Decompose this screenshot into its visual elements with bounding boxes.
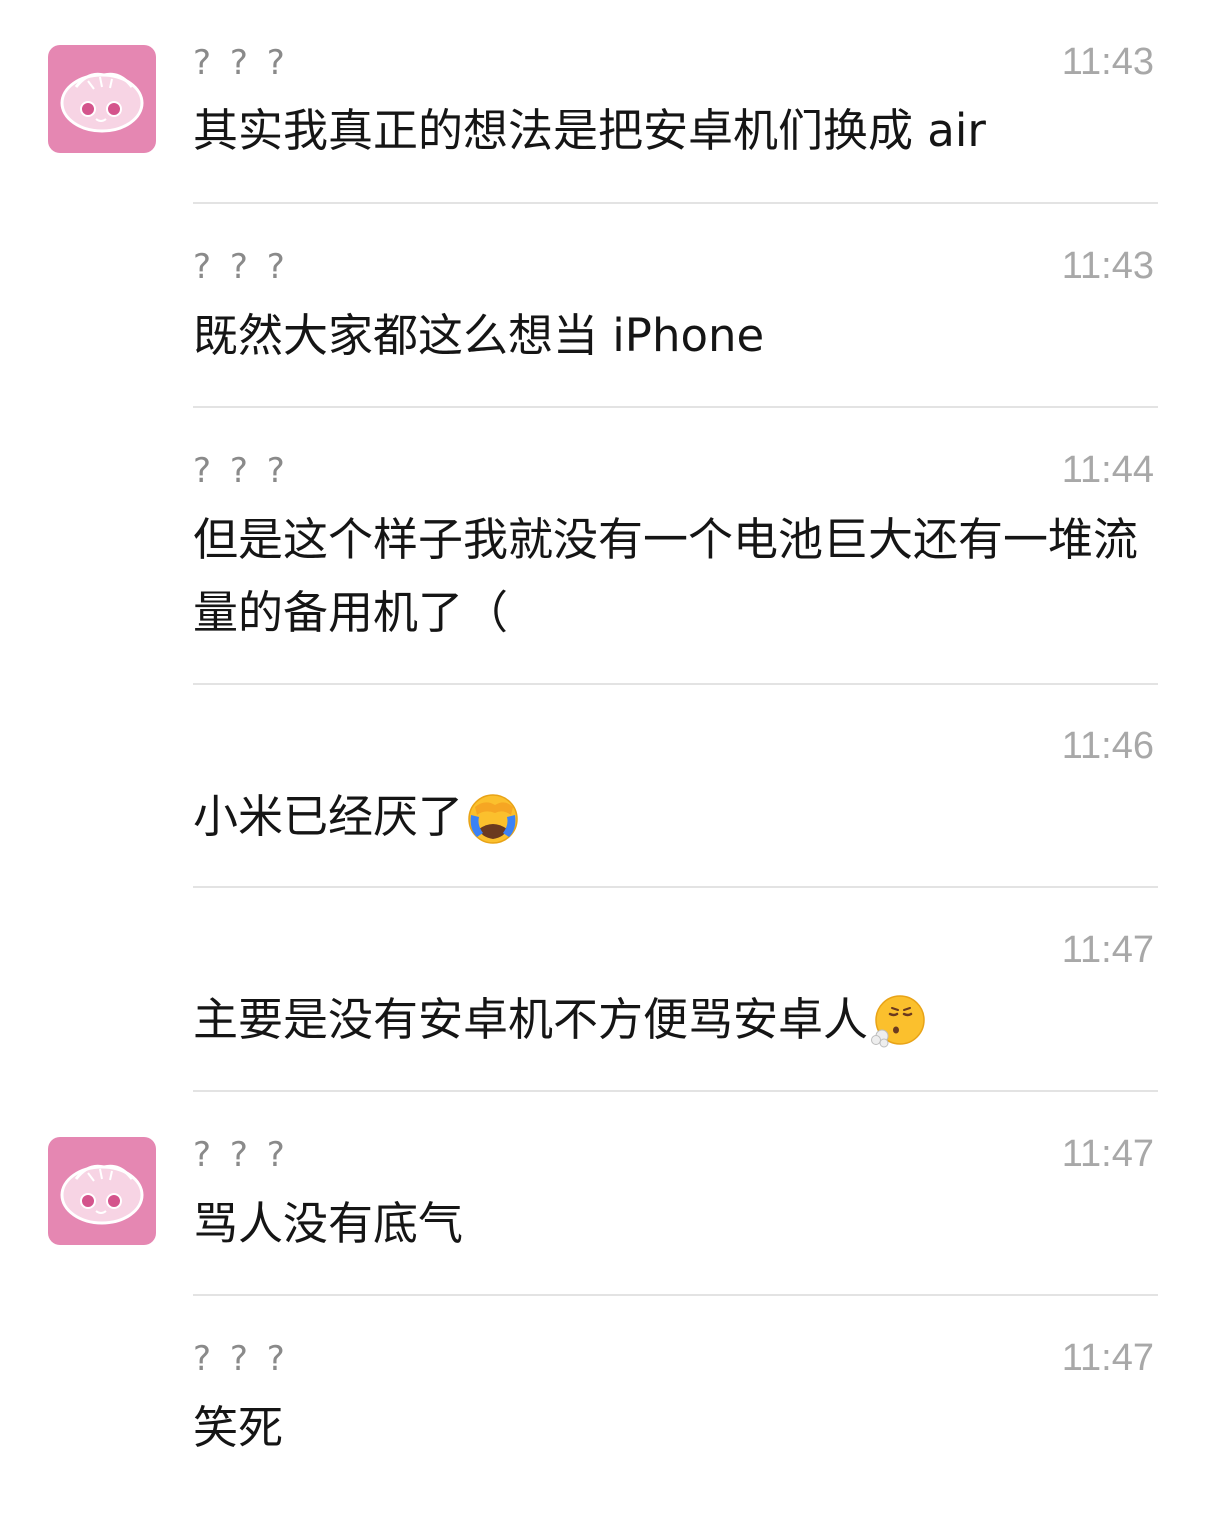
sender-name: ? ? ?	[193, 247, 289, 287]
face-exhaling-emoji	[870, 992, 926, 1048]
message-body: 但是这个样子我就没有一个电池巨大还有一堆流量的备用机了（	[193, 513, 1139, 639]
message-time: 11:43	[1061, 41, 1154, 83]
face-with-hand-over-face-crying-emoji	[465, 789, 521, 845]
message-item[interactable]: ? ? ? 11:44 但是这个样子我就没有一个电池巨大还有一堆流量的备用机了（	[0, 408, 1206, 684]
message-time: 11:43	[1061, 245, 1154, 287]
message-text: 骂人没有底气	[193, 1186, 1158, 1259]
message-time: 11:47	[1061, 1133, 1154, 1175]
message-time: 11:44	[1061, 449, 1154, 491]
message-time: 11:46	[1061, 725, 1154, 767]
pink-cartoon-blob-avatar-icon	[60, 72, 144, 133]
message-item[interactable]: 11:47 主要是没有安卓机不方便骂安卓人	[0, 888, 1206, 1092]
message-text: 笑死	[193, 1390, 1158, 1463]
message-text: 但是这个样子我就没有一个电池巨大还有一堆流量的备用机了（	[193, 502, 1158, 648]
avatar[interactable]	[48, 45, 156, 153]
message-body: 主要是没有安卓机不方便骂安卓人	[193, 993, 869, 1046]
message-text: 既然大家都这么想当 iPhone	[193, 298, 1158, 371]
message-time: 11:47	[1061, 929, 1154, 971]
message-text: 其实我真正的想法是把安卓机们换成 air	[193, 93, 1158, 166]
message-text: 主要是没有安卓机不方便骂安卓人	[193, 982, 1158, 1055]
message-body: 骂人没有底气	[193, 1197, 464, 1250]
message-item[interactable]: 11:46 小米已经厌了	[0, 685, 1206, 888]
sender-name: ? ? ?	[193, 1135, 289, 1175]
message-item[interactable]: ? ? ? 11:47 笑死	[0, 1296, 1206, 1496]
message-item[interactable]: ? ? ? 11:43 其实我真正的想法是把安卓机们换成 air	[0, 0, 1206, 204]
message-body: 既然大家都这么想当 iPhone	[193, 309, 765, 362]
sender-name: ? ? ?	[193, 1339, 289, 1379]
chat-message-list: ? ? ? 11:43 其实我真正的想法是把安卓机们换成 air ? ? ? 1…	[0, 0, 1206, 1518]
message-text: 小米已经厌了	[193, 779, 1158, 852]
sender-name: ? ? ?	[193, 43, 289, 83]
message-item[interactable]: ? ? ? 11:43 既然大家都这么想当 iPhone	[0, 204, 1206, 408]
avatar[interactable]	[48, 1137, 156, 1245]
sender-name: ? ? ?	[193, 451, 289, 491]
message-item[interactable]: ? ? ? 11:47 骂人没有底气	[0, 1092, 1206, 1296]
pink-cartoon-blob-avatar-icon	[60, 1164, 144, 1225]
message-time: 11:47	[1061, 1337, 1154, 1379]
message-body: 其实我真正的想法是把安卓机们换成 air	[193, 104, 986, 157]
message-body: 笑死	[193, 1401, 284, 1454]
message-body: 小米已经厌了	[193, 790, 464, 843]
